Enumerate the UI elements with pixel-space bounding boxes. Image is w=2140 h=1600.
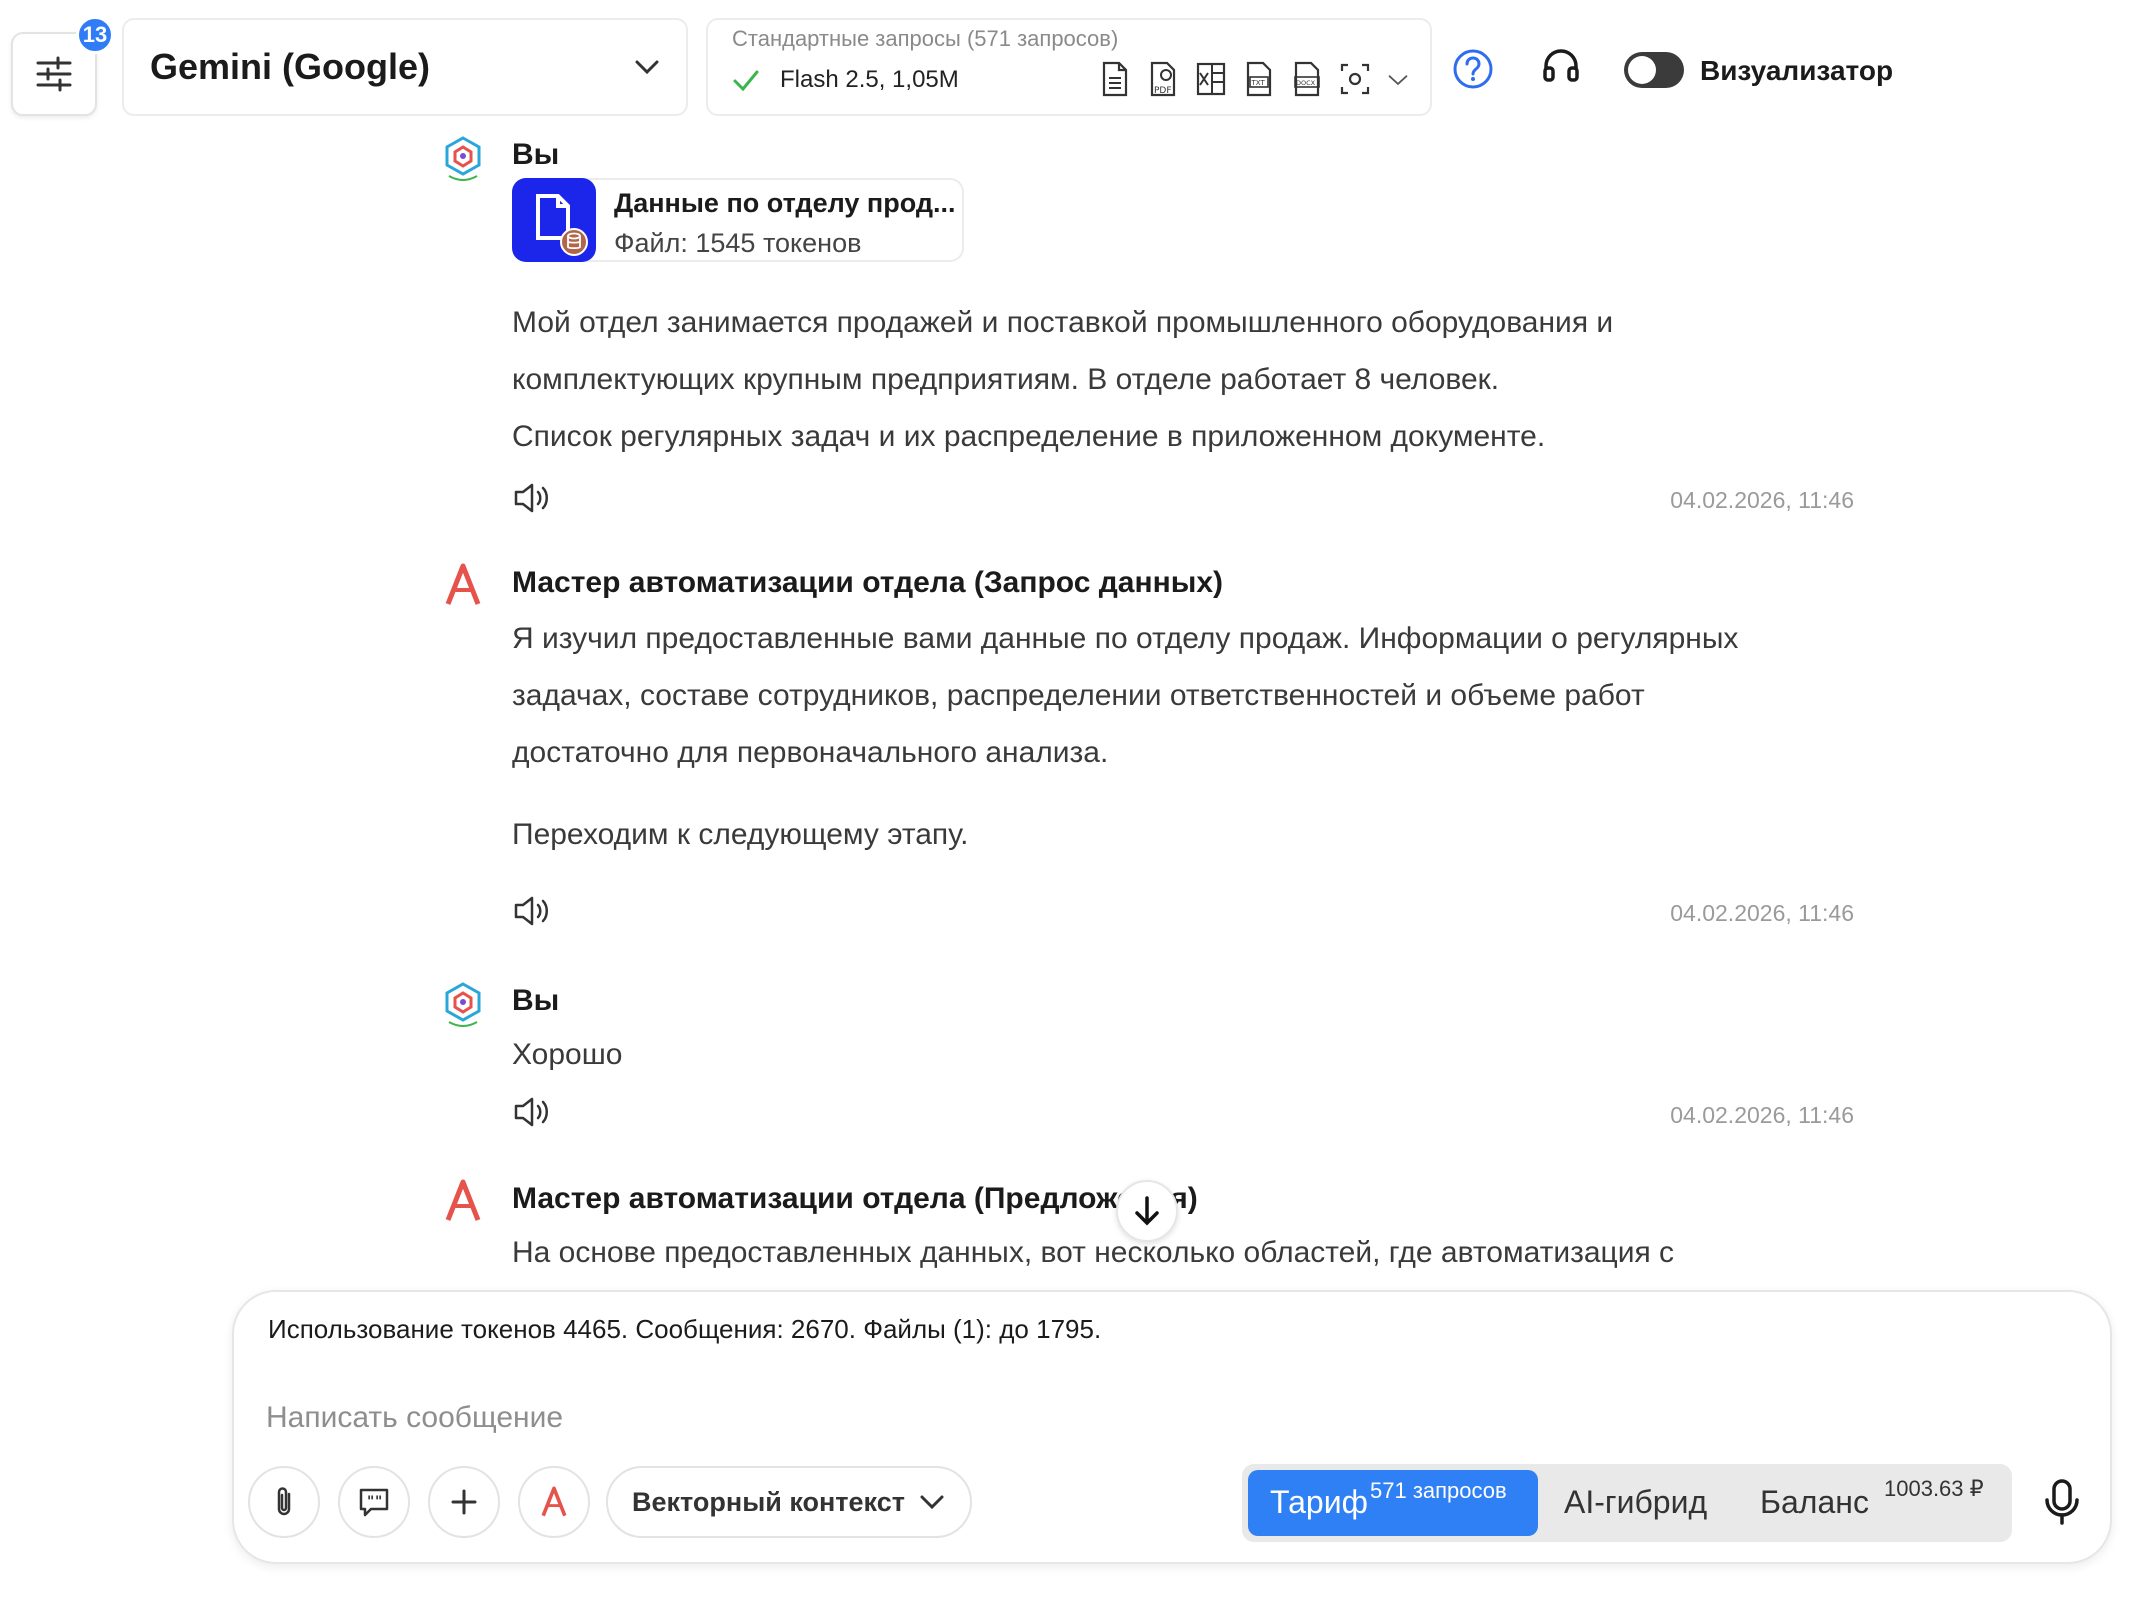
message-timestamp: 04.02.2026, 11:46 bbox=[1670, 487, 1854, 513]
balance-amount: 1003.63 ₽ bbox=[1884, 1476, 1984, 1501]
ai-hybrid-tab[interactable]: AI-гибрид bbox=[1564, 1484, 1707, 1521]
message-line: достаточно для первоначального анализа. bbox=[512, 736, 1109, 769]
user-avatar-icon bbox=[445, 136, 481, 181]
requests-selector[interactable]: Стандартные запросы (571 запросов) Flash… bbox=[706, 18, 1432, 116]
message-line: Список регулярных задач и их распределен… bbox=[512, 420, 1546, 453]
plus-icon bbox=[451, 1489, 477, 1515]
vector-context-select[interactable]: Векторный контекст bbox=[606, 1466, 972, 1538]
message-line: задачах, составе сотрудников, распределе… bbox=[512, 679, 1645, 712]
toggle-knob bbox=[1628, 56, 1656, 84]
flash-model: Flash 2.5, 1,05M bbox=[732, 66, 959, 94]
visualizer-toggle[interactable] bbox=[1624, 52, 1684, 88]
quote-chat-icon: " " bbox=[359, 1488, 389, 1517]
requests-title: Стандартные запросы (571 запросов) bbox=[732, 26, 1119, 51]
top-bar: 13 Gemini (Google) Стандартные запросы (… bbox=[0, 0, 2140, 130]
agent-logo-icon bbox=[445, 563, 481, 605]
attached-file-card[interactable]: Данные по отделу прод... Файл: 1545 токе… bbox=[512, 178, 964, 262]
speaker-icon[interactable] bbox=[512, 480, 552, 516]
model-name: Gemini (Google) bbox=[150, 46, 431, 87]
help-icon[interactable] bbox=[1452, 48, 1494, 90]
message-author: Мастер автоматизации отдела (Предложения… bbox=[512, 1182, 1198, 1215]
svg-text:DOCX: DOCX bbox=[1296, 79, 1316, 87]
chat-area[interactable]: Вы Данные по отделу прод... Файл: 1545 т… bbox=[0, 130, 2140, 1290]
chevron-down-icon bbox=[920, 1495, 944, 1510]
message-text: Мой отдел занимается продажей и поставко… bbox=[512, 294, 1613, 465]
message-author: Вы bbox=[512, 138, 560, 171]
message-line: комплектующих крупным предприятиям. В от… bbox=[512, 363, 1500, 396]
excel-icon bbox=[1196, 62, 1226, 96]
user-avatar-icon bbox=[445, 982, 481, 1027]
tariff-tab[interactable]: Тариф 571 запросов bbox=[1248, 1470, 1538, 1536]
message-line: Переходим к следующему этапу. bbox=[512, 818, 969, 851]
file-icon bbox=[512, 178, 596, 262]
file-token-count: Файл: 1545 токенов bbox=[614, 228, 862, 258]
prompts-button[interactable]: " " bbox=[338, 1466, 410, 1538]
message-input[interactable] bbox=[264, 1396, 1164, 1440]
pdf-icon: PDF bbox=[1150, 61, 1176, 97]
message-author: Вы bbox=[512, 984, 560, 1017]
svg-text:": " bbox=[367, 1494, 374, 1510]
attach-button[interactable] bbox=[248, 1466, 320, 1538]
check-icon bbox=[733, 70, 759, 92]
billing-mode-switch: Тариф 571 запросов AI-гибрид Баланс 1003… bbox=[1242, 1464, 2012, 1542]
arrow-down-icon bbox=[1135, 1196, 1159, 1226]
tariff-requests: 571 запросов bbox=[1370, 1478, 1507, 1503]
sliders-icon bbox=[36, 56, 72, 92]
agent-logo-icon bbox=[541, 1486, 567, 1517]
message-author: Мастер автоматизации отдела (Запрос данн… bbox=[512, 566, 1224, 599]
settings-count-badge: 13 bbox=[76, 16, 114, 54]
headset-icon[interactable] bbox=[1540, 46, 1582, 88]
visualizer-label: Визуализатор bbox=[1700, 55, 1894, 86]
file-type-icons: PDF TXT DOCX bbox=[1098, 60, 1410, 98]
tariff-label: Тариф bbox=[1270, 1484, 1368, 1520]
message-timestamp: 04.02.2026, 11:46 bbox=[1670, 1102, 1854, 1128]
agent-logo-icon bbox=[445, 1179, 481, 1221]
flash-label: Flash 2.5, 1,05M bbox=[780, 66, 959, 93]
chevron-down-icon bbox=[635, 60, 659, 75]
add-button[interactable] bbox=[428, 1466, 500, 1538]
doc-icon bbox=[1102, 61, 1128, 97]
svg-text:TXT: TXT bbox=[1251, 79, 1266, 87]
message-composer: Использование токенов 4465. Сообщения: 2… bbox=[232, 1290, 2112, 1564]
message-line: Я изучил предоставленные вами данные по … bbox=[512, 622, 1739, 655]
paperclip-icon bbox=[277, 1487, 291, 1516]
svg-text:": " bbox=[375, 1494, 382, 1510]
model-select[interactable]: Gemini (Google) bbox=[122, 18, 688, 116]
scroll-down-button[interactable] bbox=[1116, 1180, 1178, 1242]
file-name: Данные по отделу прод... bbox=[614, 188, 956, 218]
chevron-down-icon bbox=[1388, 75, 1408, 86]
message-text: Я изучил предоставленные вами данные по … bbox=[512, 610, 1738, 781]
message-line: Мой отдел занимается продажей и поставко… bbox=[512, 306, 1614, 339]
txt-icon: TXT bbox=[1246, 61, 1272, 97]
token-usage: Использование токенов 4465. Сообщения: 2… bbox=[268, 1314, 1102, 1344]
screenshot-icon bbox=[1340, 63, 1370, 95]
speaker-icon[interactable] bbox=[512, 893, 552, 929]
message-timestamp: 04.02.2026, 11:46 bbox=[1670, 900, 1854, 926]
balance-tab[interactable]: Баланс bbox=[1760, 1484, 1869, 1521]
docx-icon: DOCX bbox=[1294, 61, 1320, 97]
microphone-icon[interactable] bbox=[2040, 1478, 2084, 1526]
agent-button[interactable] bbox=[518, 1466, 590, 1538]
svg-text:PDF: PDF bbox=[1154, 86, 1172, 96]
vector-context-label: Векторный контекст bbox=[632, 1486, 905, 1517]
message-line: Хорошо bbox=[512, 1038, 623, 1071]
message-line: На основе предоставленных данных, вот не… bbox=[512, 1236, 1675, 1269]
speaker-icon[interactable] bbox=[512, 1094, 552, 1130]
